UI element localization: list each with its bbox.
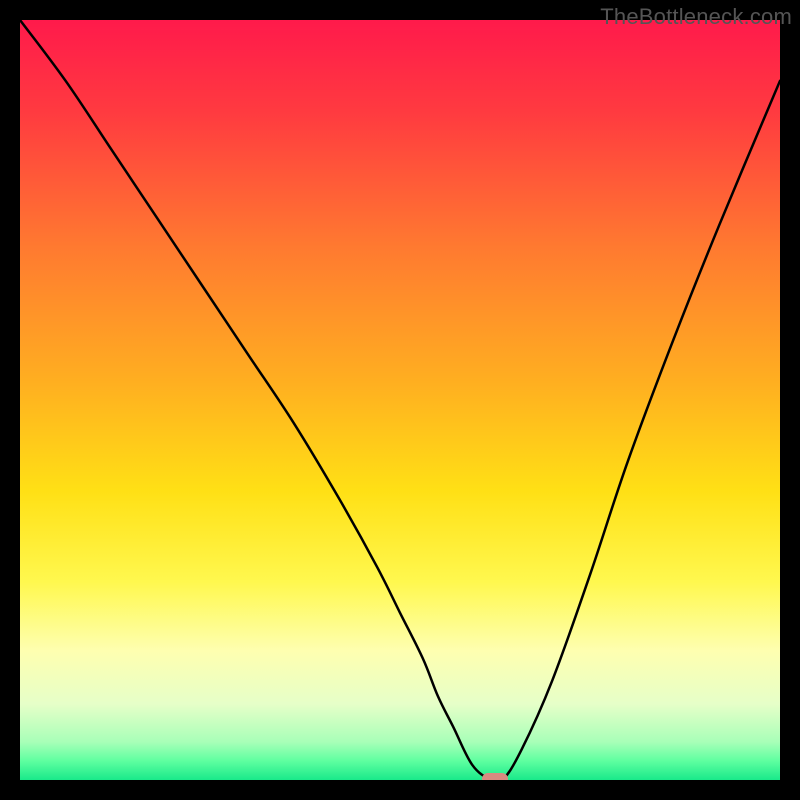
- bottleneck-curve: [20, 20, 780, 780]
- plot-area: [20, 20, 780, 780]
- watermark-text: TheBottleneck.com: [600, 4, 792, 30]
- chart-frame: TheBottleneck.com: [0, 0, 800, 800]
- curve-path: [20, 20, 780, 780]
- optimal-marker: [482, 773, 508, 780]
